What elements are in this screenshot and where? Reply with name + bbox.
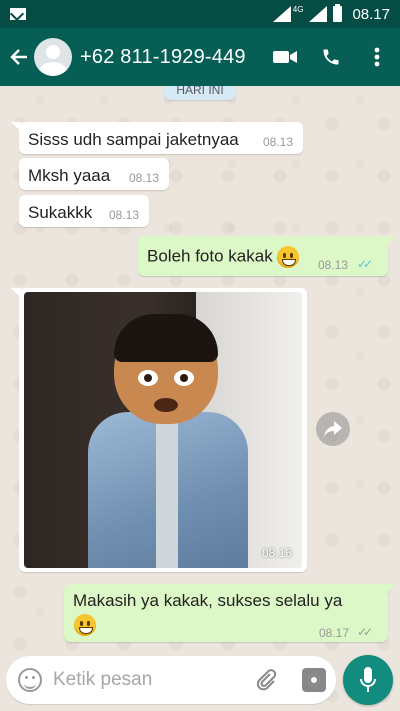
- message-time: 08.13: [318, 258, 349, 272]
- message-text: Sukakkk: [28, 203, 93, 222]
- message-text: Sisss udh sampai jaketnyaa: [28, 130, 239, 149]
- paperclip-icon[interactable]: [252, 666, 280, 694]
- message-bubble-out[interactable]: Boleh foto kakak 08.13 ✓✓: [138, 236, 396, 276]
- read-ticks-icon: ✓✓: [357, 257, 373, 271]
- smiley-emoji-icon: [277, 246, 300, 268]
- arrow-left-icon[interactable]: [4, 28, 34, 86]
- date-chip: HARI INI: [164, 86, 236, 100]
- message-time: 08.17: [319, 626, 350, 640]
- avatar[interactable]: [34, 38, 72, 76]
- chat-area[interactable]: HARI INI Sisss udh sampai jaketnyaa 08.1…: [0, 86, 400, 646]
- status-time: 08.17: [352, 5, 390, 23]
- signal-icon: [272, 6, 291, 22]
- delivered-ticks-icon: ✓✓: [357, 625, 373, 639]
- message-time: 08.13: [263, 135, 294, 149]
- microphone-icon[interactable]: [343, 655, 393, 705]
- message-bubble-out[interactable]: Makasih ya kakak, sukses selalu ya 08.17…: [64, 584, 396, 642]
- network-type: 4G: [292, 4, 304, 14]
- message-bubble-in[interactable]: Mksh yaaa 08.13: [19, 158, 169, 190]
- battery-icon: [333, 4, 343, 22]
- message-time: 08.16: [261, 546, 292, 560]
- message-input[interactable]: Ketik pesan: [53, 669, 152, 691]
- mail-notification-icon: [10, 8, 26, 20]
- camera-icon[interactable]: [302, 668, 326, 692]
- photo-message[interactable]: 08.16: [11, 288, 307, 572]
- more-vert-icon[interactable]: [354, 28, 400, 86]
- share-icon[interactable]: [316, 412, 350, 446]
- message-text: Boleh foto kakak: [147, 246, 300, 268]
- phone-icon[interactable]: [308, 28, 354, 86]
- message-bubble-in[interactable]: Sukakkk 08.13: [19, 195, 149, 227]
- photo-image[interactable]: 08.16: [24, 292, 302, 568]
- composer: Ketik pesan: [0, 646, 400, 711]
- message-time: 08.13: [109, 208, 140, 222]
- contact-name[interactable]: +62 811-1929-449: [80, 46, 262, 69]
- message-input-box[interactable]: Ketik pesan: [6, 656, 336, 704]
- video-call-icon[interactable]: [262, 28, 308, 86]
- smiley-emoji-icon: [74, 614, 96, 636]
- emoji-icon[interactable]: [18, 668, 42, 692]
- status-bar: 4G 08.17: [0, 0, 400, 28]
- chat-header: +62 811-1929-449: [0, 28, 400, 86]
- message-text: Mksh yaaa: [28, 166, 111, 185]
- message-text: Makasih ya kakak, sukses selalu ya: [73, 591, 343, 610]
- cell-signal-icon: [309, 6, 328, 22]
- message-time: 08.13: [129, 171, 160, 185]
- message-bubble-in[interactable]: Sisss udh sampai jaketnyaa 08.13: [11, 122, 303, 154]
